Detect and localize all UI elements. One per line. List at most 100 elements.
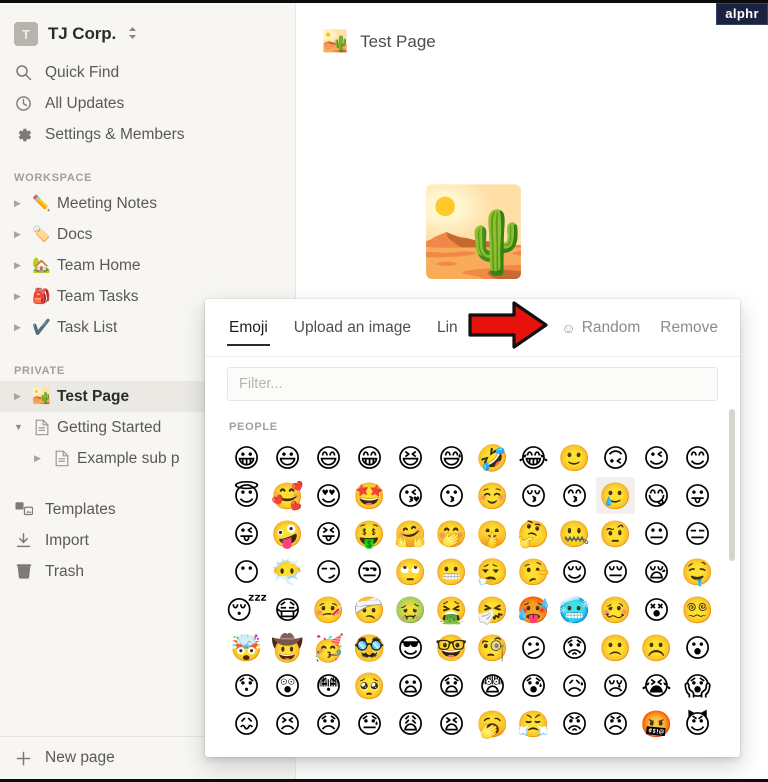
emoji-cell[interactable]: 😧 bbox=[432, 667, 471, 704]
emoji-cell[interactable]: 🤬 bbox=[637, 705, 676, 742]
emoji-cell[interactable]: 🥺 bbox=[350, 667, 389, 704]
emoji-cell[interactable]: 😊 bbox=[678, 439, 717, 476]
workspace-switcher[interactable]: T TJ Corp. bbox=[0, 11, 295, 57]
emoji-cell[interactable]: 😌 bbox=[555, 553, 594, 590]
emoji-cell[interactable]: 🤑 bbox=[350, 515, 389, 552]
filter-input[interactable] bbox=[227, 367, 718, 401]
emoji-cell[interactable]: 😵‍💫 bbox=[678, 591, 717, 628]
page-icon-emoji[interactable]: 🏜️ bbox=[322, 31, 348, 52]
emoji-cell[interactable]: 🤤 bbox=[678, 553, 717, 590]
emoji-cell[interactable]: 😐 bbox=[637, 515, 676, 552]
emoji-cell[interactable]: 😆 bbox=[391, 439, 430, 476]
emoji-cell[interactable]: 🤒 bbox=[309, 591, 348, 628]
emoji-cell[interactable]: 😉 bbox=[637, 439, 676, 476]
emoji-cell[interactable]: 😃 bbox=[268, 439, 307, 476]
emoji-cell[interactable]: 😵 bbox=[637, 591, 676, 628]
emoji-cell[interactable]: 😶‍🌫️ bbox=[268, 553, 307, 590]
emoji-cell[interactable]: 😂 bbox=[514, 439, 553, 476]
sidebar-page-team-home[interactable]: ▶ 🏡 Team Home bbox=[0, 250, 295, 281]
emoji-cell[interactable]: 🙃 bbox=[596, 439, 635, 476]
emoji-cell[interactable]: 😩 bbox=[391, 705, 430, 742]
emoji-cell[interactable]: 😣 bbox=[268, 705, 307, 742]
emoji-cell[interactable]: 😕 bbox=[514, 629, 553, 666]
sidebar-item-settings-members[interactable]: Settings & Members bbox=[0, 119, 295, 150]
emoji-cell[interactable]: 😤 bbox=[514, 705, 553, 742]
emoji-cell[interactable]: 😪 bbox=[637, 553, 676, 590]
tab-upload-an-image[interactable]: Upload an image bbox=[292, 299, 413, 356]
emoji-cell[interactable]: 😥 bbox=[555, 667, 594, 704]
chevron-right-icon[interactable]: ▶ bbox=[14, 230, 31, 239]
emoji-cell[interactable]: 😍 bbox=[309, 477, 348, 514]
emoji-cell[interactable]: 😒 bbox=[350, 553, 389, 590]
emoji-cell[interactable]: 🤢 bbox=[391, 591, 430, 628]
emoji-cell[interactable]: 😯 bbox=[227, 667, 266, 704]
emoji-cell[interactable]: 🤫 bbox=[473, 515, 512, 552]
emoji-cell[interactable]: 😴 bbox=[226, 591, 268, 628]
emoji-cell[interactable]: 😢 bbox=[596, 667, 635, 704]
emoji-cell[interactable]: 🙄 bbox=[391, 553, 430, 590]
emoji-cell[interactable]: 😞 bbox=[309, 705, 348, 742]
emoji-cell[interactable]: 🤗 bbox=[391, 515, 430, 552]
emoji-cell[interactable]: 😲 bbox=[268, 667, 307, 704]
emoji-cell[interactable]: 🤕 bbox=[350, 591, 389, 628]
emoji-cell[interactable]: 😶 bbox=[227, 553, 266, 590]
emoji-cell[interactable]: 😑 bbox=[678, 515, 717, 552]
emoji-cell[interactable]: 😏 bbox=[309, 553, 348, 590]
emoji-cell[interactable]: 😭 bbox=[637, 667, 676, 704]
emoji-cell[interactable]: 😠 bbox=[596, 705, 635, 742]
random-button[interactable]: ☺ Random bbox=[561, 319, 640, 337]
emoji-cell[interactable]: 😙 bbox=[555, 477, 594, 514]
emoji-cell[interactable]: 😱 bbox=[678, 667, 717, 704]
remove-button[interactable]: Remove bbox=[660, 319, 718, 337]
emoji-cell[interactable]: 😚 bbox=[514, 477, 553, 514]
tab-emoji[interactable]: Emoji bbox=[227, 299, 270, 356]
emoji-cell[interactable]: 😟 bbox=[555, 629, 594, 666]
chevron-right-icon[interactable]: ▶ bbox=[14, 392, 31, 401]
emoji-cell[interactable]: 😎 bbox=[391, 629, 430, 666]
emoji-cell[interactable]: 😛 bbox=[678, 477, 717, 514]
emoji-cell[interactable]: 😫 bbox=[432, 705, 471, 742]
chevron-right-icon[interactable]: ▶ bbox=[14, 261, 31, 270]
emoji-cell[interactable]: 😈 bbox=[678, 705, 717, 742]
emoji-cell[interactable]: 🤭 bbox=[432, 515, 471, 552]
emoji-cell[interactable]: 🥴 bbox=[596, 591, 635, 628]
emoji-cell[interactable]: 🙂 bbox=[555, 439, 594, 476]
emoji-cell[interactable]: 😳 bbox=[309, 667, 348, 704]
emoji-cell[interactable]: 😋 bbox=[637, 477, 676, 514]
emoji-cell[interactable]: 😅 bbox=[432, 439, 471, 476]
emoji-cell[interactable]: 😗 bbox=[432, 477, 471, 514]
emoji-cell[interactable]: ☹️ bbox=[637, 629, 676, 666]
emoji-cell[interactable]: 😔 bbox=[596, 553, 635, 590]
emoji-cell[interactable]: 😷 bbox=[268, 591, 307, 628]
emoji-cell[interactable]: 😖 bbox=[227, 705, 266, 742]
hero-page-emoji[interactable]: 🏜️ bbox=[420, 189, 527, 275]
sidebar-page-meeting-notes[interactable]: ▶ ✏️ Meeting Notes bbox=[0, 188, 295, 219]
chevron-right-icon[interactable]: ▶ bbox=[14, 292, 31, 301]
emoji-cell[interactable]: 🤧 bbox=[473, 591, 512, 628]
emoji-cell[interactable]: 🤠 bbox=[268, 629, 307, 666]
emoji-cell[interactable]: 😮 bbox=[678, 629, 717, 666]
chevron-right-icon[interactable]: ▶ bbox=[34, 454, 51, 463]
emoji-cell[interactable]: 🤔 bbox=[514, 515, 553, 552]
emoji-cell[interactable]: 🤣 bbox=[473, 439, 512, 476]
emoji-scroll-area[interactable]: PEOPLE 😀 😃 😄 😁 😆 😅 🤣 😂 🙂 🙃 😉 😊 😇 🥰 😍 🤩 😘 😗 ☺️ 😚 😙 🥲 😋 😛 😜 🤪 😝 🤑 🤗 🤭 🤫 🤔… bbox=[205, 409, 740, 757]
emoji-cell[interactable]: 🧐 bbox=[473, 629, 512, 666]
emoji-cell[interactable]: 😡 bbox=[555, 705, 594, 742]
emoji-cell[interactable]: 😀 bbox=[227, 439, 266, 476]
emoji-cell[interactable]: 😰 bbox=[514, 667, 553, 704]
emoji-cell[interactable]: ☺️ bbox=[473, 477, 512, 514]
emoji-cell[interactable]: 🥱 bbox=[473, 705, 512, 742]
chevron-right-icon[interactable]: ▶ bbox=[14, 199, 31, 208]
emoji-cell[interactable]: 🥶 bbox=[555, 591, 594, 628]
emoji-cell[interactable]: 😄 bbox=[309, 439, 348, 476]
emoji-cell[interactable]: 🤮 bbox=[432, 591, 471, 628]
emoji-cell[interactable]: 🥲 bbox=[596, 477, 635, 514]
emoji-cell[interactable]: 🤯 bbox=[227, 629, 266, 666]
emoji-cell[interactable]: 🥳 bbox=[309, 629, 348, 666]
sidebar-item-all-updates[interactable]: All Updates bbox=[0, 88, 295, 119]
sidebar-page-docs[interactable]: ▶ 🏷️ Docs bbox=[0, 219, 295, 250]
emoji-cell[interactable]: 🙁 bbox=[596, 629, 635, 666]
emoji-cell[interactable]: 😁 bbox=[350, 439, 389, 476]
picker-scrollbar[interactable] bbox=[729, 409, 735, 757]
emoji-cell[interactable]: 😦 bbox=[391, 667, 430, 704]
